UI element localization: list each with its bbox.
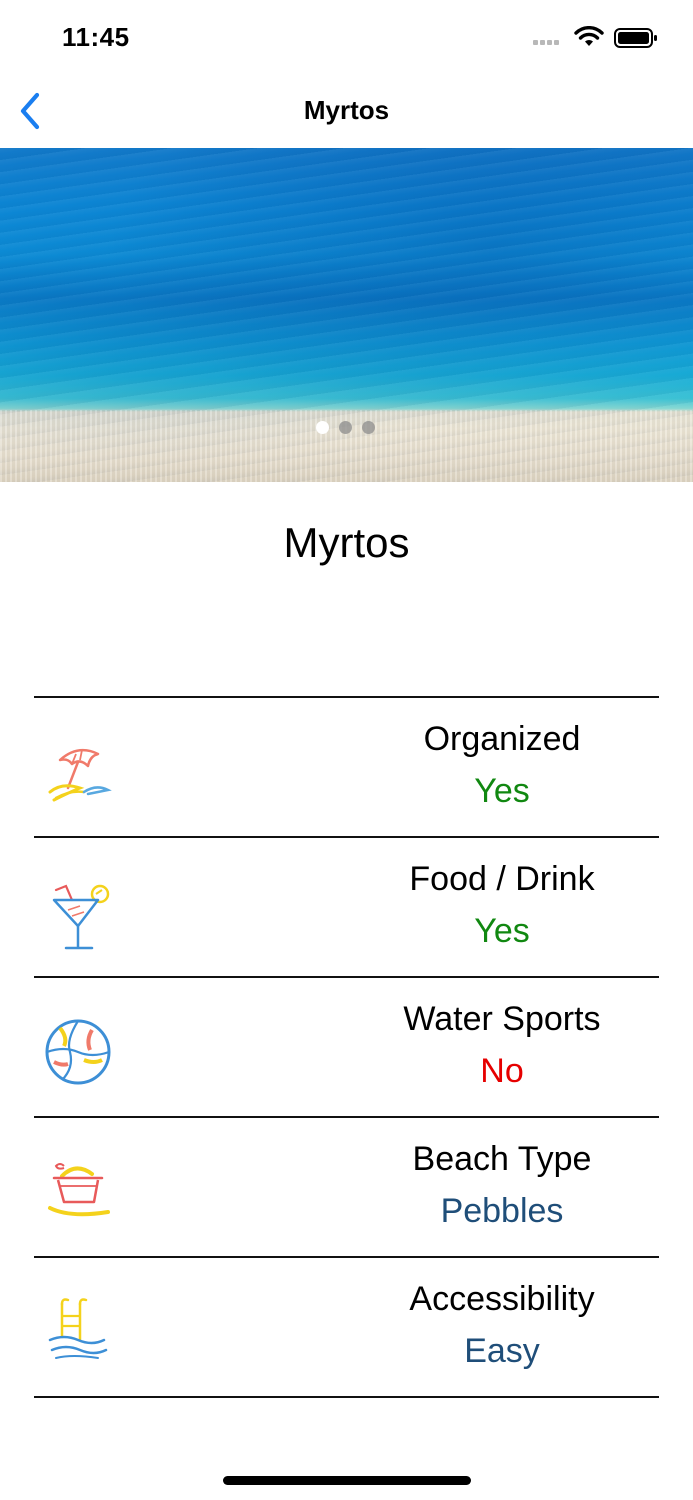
home-indicator[interactable] bbox=[223, 1476, 471, 1485]
page-dot-2[interactable] bbox=[339, 421, 352, 434]
feature-row-water-sports: Water Sports No bbox=[34, 978, 659, 1118]
page-indicator[interactable] bbox=[316, 421, 375, 435]
feature-label: Organized bbox=[423, 720, 581, 758]
page-dot-1[interactable] bbox=[316, 421, 329, 434]
battery-icon bbox=[614, 28, 657, 48]
nav-title: Myrtos bbox=[303, 95, 390, 125]
page-dot-3[interactable] bbox=[362, 421, 375, 434]
feature-label: Water Sports bbox=[403, 1000, 601, 1038]
beach-photo-carousel[interactable] bbox=[0, 148, 693, 482]
umbrella-icon bbox=[48, 748, 112, 802]
feature-row-organized: Organized Yes bbox=[34, 698, 659, 838]
feature-value: No bbox=[480, 1052, 524, 1090]
beach-name: Myrtos bbox=[283, 519, 410, 566]
feature-label: Food / Drink bbox=[409, 860, 595, 898]
feature-row-food-drink: Food / Drink Yes bbox=[34, 838, 659, 978]
status-bar: 11:45 bbox=[0, 0, 693, 78]
feature-value: Yes bbox=[474, 772, 530, 810]
beach-ball-icon bbox=[45, 1019, 111, 1085]
feature-value: Easy bbox=[464, 1332, 540, 1370]
navigation-bar: Myrtos bbox=[0, 78, 693, 148]
sand-bucket-icon bbox=[48, 1163, 110, 1217]
feature-label: Accessibility bbox=[409, 1280, 595, 1318]
pool-ladder-icon bbox=[48, 1298, 108, 1359]
feature-row-beach-type: Beach Type Pebbles bbox=[34, 1118, 659, 1258]
feature-label: Beach Type bbox=[412, 1140, 592, 1178]
wifi-icon bbox=[574, 26, 604, 46]
status-time: 11:45 bbox=[62, 22, 130, 52]
feature-value: Yes bbox=[474, 912, 530, 950]
cocktail-icon bbox=[52, 884, 110, 950]
feature-list: Organized Yes Food / Drink Yes Water Spo… bbox=[34, 696, 659, 1398]
feature-row-accessibility: Accessibility Easy bbox=[34, 1258, 659, 1398]
signal-icon bbox=[533, 40, 565, 48]
feature-value: Pebbles bbox=[440, 1192, 564, 1230]
